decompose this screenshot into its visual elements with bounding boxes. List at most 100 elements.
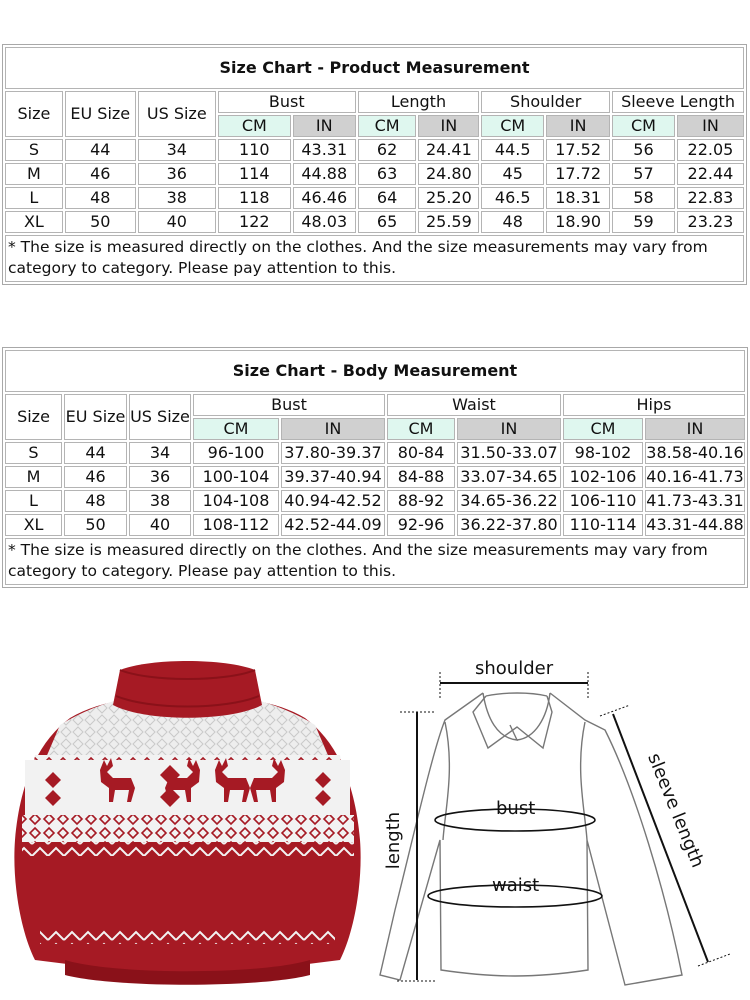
table-title: Size Chart - Product Measurement — [5, 47, 744, 89]
header-in: IN — [418, 115, 480, 137]
cell-waist-cm: 92-96 — [387, 514, 455, 536]
sweater-illustration — [14, 661, 361, 985]
cell-us-size: 40 — [137, 211, 216, 233]
header-cm: CM — [217, 115, 291, 137]
header-size: Size — [5, 91, 63, 137]
header-cm: CM — [481, 115, 545, 137]
measurement-note: * The size is measured directly on the c… — [5, 538, 745, 585]
cell-hips-cm: 110-114 — [563, 514, 643, 536]
header-cm: CM — [612, 115, 675, 137]
cell-us-size: 38 — [129, 490, 191, 512]
header-cm: CM — [387, 418, 455, 440]
cell-us-size: 34 — [137, 139, 216, 161]
cell-bust-cm: 104-108 — [193, 490, 279, 512]
cell-eu-size: 50 — [64, 514, 127, 536]
header-us-size: US Size — [137, 91, 216, 137]
label-shoulder: shoulder — [475, 658, 554, 679]
header-in: IN — [281, 418, 385, 440]
cell-bust-cm: 100-104 — [193, 466, 279, 488]
cell-us-size: 38 — [137, 187, 216, 209]
header-cm: CM — [563, 418, 643, 440]
cell-waist-cm: 88-92 — [387, 490, 455, 512]
cell-us-size: 36 — [137, 163, 216, 185]
cell-sleeve-in: 22.05 — [676, 139, 744, 161]
cell-eu-size: 46 — [64, 163, 136, 185]
cell-shoulder-in: 18.31 — [546, 187, 611, 209]
table-row: XL 50 40 122 48.03 65 25.59 48 18.90 59 … — [5, 211, 744, 233]
cell-shoulder-in: 17.72 — [546, 163, 611, 185]
cell-size: L — [5, 187, 63, 209]
cell-length-cm: 65 — [357, 211, 417, 233]
body-measurement-table: Size Chart - Body Measurement Size EU Si… — [2, 347, 748, 588]
cell-waist-in: 36.22-37.80 — [457, 514, 561, 536]
cell-length-cm: 64 — [357, 187, 417, 209]
product-measurement-table: Size Chart - Product Measurement Size EU… — [2, 44, 747, 285]
cell-size: M — [5, 466, 62, 488]
cell-hips-cm: 98-102 — [563, 442, 643, 464]
cell-bust-cm: 96-100 — [193, 442, 279, 464]
shirt-outline-diagram — [379, 672, 731, 986]
cell-bust-in: 37.80-39.37 — [281, 442, 385, 464]
cell-length-in: 25.20 — [418, 187, 480, 209]
header-in: IN — [676, 115, 744, 137]
header-in: IN — [546, 115, 611, 137]
cell-sleeve-cm: 57 — [612, 163, 675, 185]
cell-bust-in: 39.37-40.94 — [281, 466, 385, 488]
table-row: S 44 34 110 43.31 62 24.41 44.5 17.52 56… — [5, 139, 744, 161]
header-shoulder: Shoulder — [481, 91, 611, 113]
header-bust: Bust — [193, 394, 385, 416]
cell-eu-size: 48 — [64, 490, 127, 512]
table-row: XL 50 40 108-112 42.52-44.09 92-96 36.22… — [5, 514, 745, 536]
cell-sleeve-in: 23.23 — [676, 211, 744, 233]
cell-length-in: 24.41 — [418, 139, 480, 161]
cell-hips-cm: 106-110 — [563, 490, 643, 512]
cell-hips-in: 41.73-43.31 — [645, 490, 745, 512]
cell-shoulder-cm: 48 — [481, 211, 545, 233]
cell-length-in: 25.59 — [418, 211, 480, 233]
cell-bust-cm: 110 — [217, 139, 291, 161]
cell-waist-cm: 80-84 — [387, 442, 455, 464]
label-waist: waist — [492, 875, 540, 896]
header-bust: Bust — [217, 91, 356, 113]
header-waist: Waist — [387, 394, 561, 416]
cell-eu-size: 44 — [64, 442, 127, 464]
header-in: IN — [292, 115, 356, 137]
cell-length-in: 24.80 — [418, 163, 480, 185]
label-length: length — [383, 811, 405, 870]
cell-waist-in: 33.07-34.65 — [457, 466, 561, 488]
zigzag-band — [22, 842, 354, 856]
cell-waist-in: 34.65-36.22 — [457, 490, 561, 512]
cuff-right-zigzag — [305, 930, 335, 944]
cell-size: XL — [5, 211, 63, 233]
table-row: L 48 38 104-108 40.94-42.52 88-92 34.65-… — [5, 490, 745, 512]
cell-us-size: 34 — [129, 442, 191, 464]
cell-sleeve-in: 22.83 — [676, 187, 744, 209]
cell-waist-in: 31.50-33.07 — [457, 442, 561, 464]
cell-us-size: 36 — [129, 466, 191, 488]
cell-shoulder-cm: 46.5 — [481, 187, 545, 209]
cell-hips-cm: 102-106 — [563, 466, 643, 488]
header-cm: CM — [193, 418, 279, 440]
cell-size: M — [5, 163, 63, 185]
header-size: Size — [5, 394, 62, 440]
cell-length-cm: 63 — [357, 163, 417, 185]
table-title: Size Chart - Body Measurement — [5, 350, 745, 392]
shirt-outline — [379, 692, 683, 986]
header-cm: CM — [357, 115, 417, 137]
cell-bust-in: 44.88 — [292, 163, 356, 185]
cell-hips-in: 43.31-44.88 — [645, 514, 745, 536]
cell-size: L — [5, 490, 62, 512]
header-us-size: US Size — [129, 394, 191, 440]
measurement-note: * The size is measured directly on the c… — [5, 235, 744, 282]
cell-eu-size: 48 — [64, 187, 136, 209]
header-in: IN — [457, 418, 561, 440]
cell-size: S — [5, 139, 63, 161]
cell-sleeve-cm: 56 — [612, 139, 675, 161]
header-eu-size: EU Size — [64, 91, 136, 137]
hem-zigzag — [65, 930, 310, 944]
cell-length-cm: 62 — [357, 139, 417, 161]
cell-shoulder-cm: 45 — [481, 163, 545, 185]
table-row: M 46 36 100-104 39.37-40.94 84-88 33.07-… — [5, 466, 745, 488]
sleeve-length-measure-line — [599, 704, 731, 967]
header-eu-size: EU Size — [64, 394, 127, 440]
